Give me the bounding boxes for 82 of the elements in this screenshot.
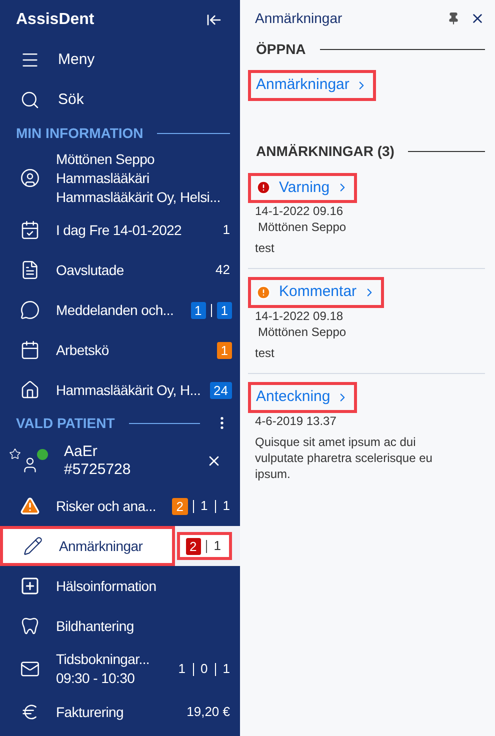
star-icon[interactable] (9, 448, 21, 460)
chat-bubble-icon (20, 300, 40, 320)
nav-item[interactable]: Anmärkningar (0, 526, 175, 566)
note-text: test (255, 240, 276, 256)
nav-item-label: Arbetskö (56, 340, 109, 360)
count: 1 (222, 660, 231, 678)
nav-item-label: Hammaslääkärit Oy, H... (56, 380, 201, 400)
panel-title: Anmärkningar (255, 8, 342, 28)
note-date: 4-6-2019 13.37 (255, 412, 338, 428)
note-title-link[interactable]: Anteckning (248, 382, 358, 412)
nav-item-label: Risker och ana... (56, 496, 156, 516)
nav-item-label: Meddelanden och... (56, 300, 174, 320)
nav-item[interactable]: Sök (0, 80, 240, 120)
note-title-link[interactable]: Kommentar (248, 277, 384, 308)
count: 42 (214, 261, 231, 280)
count: 1 (222, 497, 231, 516)
nav-item[interactable]: Risker och ana... (0, 486, 170, 526)
notes-link[interactable]: Anmärkningar (248, 70, 376, 100)
count-badge: 1 (216, 342, 232, 358)
pencil-icon (23, 536, 43, 556)
user-icon (20, 168, 40, 188)
nav-item[interactable]: Bildhantering (0, 606, 240, 646)
section-title: MIN INFORMATION (16, 124, 144, 142)
document-icon (20, 260, 40, 280)
person-icon (21, 456, 39, 474)
pin-icon[interactable] (447, 12, 460, 24)
count-badge: 1 (190, 302, 206, 318)
note-author: Möttönen Seppo (257, 324, 348, 340)
nav-item[interactable]: Tidsbokningar... 09:30 - 10:30 (0, 646, 174, 692)
home-icon (20, 380, 40, 400)
section-title: ÖPPNA (256, 40, 306, 58)
plus-square-icon (20, 576, 40, 596)
nav-item[interactable]: Oavslutade (0, 250, 212, 290)
patient-number: #5725728 (64, 461, 132, 479)
nav-item[interactable]: Hammaslääkärit Oy, H... (0, 370, 208, 410)
nav-item-label: Anmärkningar (59, 536, 143, 556)
nav-item-label: Fakturering (56, 702, 124, 722)
nav-item-label: Hälsoinformation (56, 576, 156, 596)
app-title: AssisDent (16, 10, 94, 30)
note-author: Möttönen Seppo (257, 219, 348, 236)
search-icon (20, 90, 40, 110)
nav-item-label: Bildhantering (56, 616, 134, 636)
count-badge: 1 (216, 302, 232, 318)
tooth-icon (20, 616, 40, 636)
count: 1 (177, 660, 187, 678)
nav-item-label: Tidsbokningar... (56, 650, 150, 669)
count-badge: 2 (172, 498, 188, 514)
nav-item[interactable]: Fakturering (0, 692, 183, 732)
count-badge: 2 (186, 538, 201, 554)
nav-item[interactable]: Arbetskö (0, 330, 215, 370)
count: 19,20 € (186, 703, 231, 722)
nav-item[interactable]: I dag Fre 14-01-2022 (0, 210, 219, 250)
patient-name: AaEr (64, 443, 98, 461)
section-title: VALD PATIENT (16, 414, 115, 432)
nav-item-label: Hammaslääkärit Oy, Helsi... (56, 188, 220, 206)
calendar-check-icon (20, 220, 40, 240)
section-title: ANMÄRKNINGAR (3) (256, 142, 394, 161)
count: 1 (212, 537, 222, 556)
count: 0 (200, 660, 209, 678)
error-icon (256, 180, 271, 196)
calendar-icon (20, 340, 40, 360)
note-date: 14-1-2022 09.18 (255, 308, 344, 324)
count: 1 (222, 221, 231, 240)
count: 1 (200, 497, 209, 516)
nav-item[interactable]: Meny (0, 40, 240, 80)
nav-item[interactable]: Hälsoinformation (0, 566, 240, 606)
note-text: Quisque sit amet ipsum ac dui vulputate pharetra scelerisque eu ipsum. (255, 434, 434, 482)
nav-item[interactable]: Möttönen Seppo Hammaslääkäri Hammaslääkärit Oy, Helsi... (0, 146, 240, 210)
note-text: test (255, 345, 276, 361)
nav-item[interactable]: Meddelanden och... (0, 290, 189, 330)
note-date: 14-1-2022 09.16 (255, 203, 344, 220)
note-title-link[interactable]: Varning (248, 172, 357, 203)
nav-item-label: Möttönen Seppo (56, 150, 156, 168)
nav-item-label: Oavslutade (56, 260, 124, 280)
nav-item-label: Hammaslääkäri (56, 168, 150, 188)
alert-icon (256, 285, 271, 300)
nav-item-label: 09:30 - 10:30 (56, 669, 136, 688)
mail-icon (20, 659, 40, 679)
warning-icon (20, 496, 40, 516)
count-badge: 24 (210, 382, 232, 398)
collapse-icon[interactable] (206, 12, 222, 28)
nav-item-label: I dag Fre 14-01-2022 (56, 220, 182, 240)
